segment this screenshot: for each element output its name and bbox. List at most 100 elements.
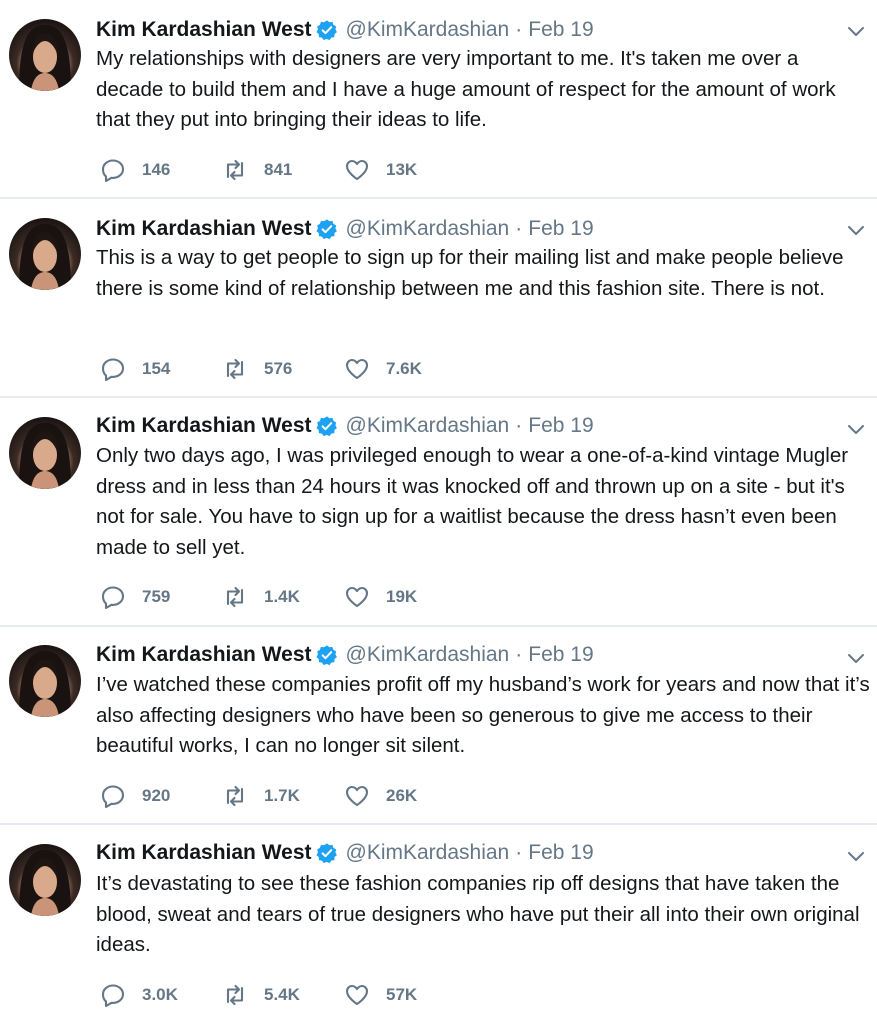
like-count: 26K: [386, 786, 418, 805]
author-handle[interactable]: @KimKardashian: [346, 841, 510, 865]
verified-badge-icon: [315, 842, 338, 864]
retweet-count: 1.4K: [264, 587, 300, 606]
author-handle[interactable]: @KimKardashian: [346, 217, 510, 241]
reply-count: 3.0K: [142, 985, 178, 1004]
author-name[interactable]: Kim Kardashian West: [96, 18, 312, 42]
tweet-actions: 759 1.4K 19K: [100, 583, 466, 611]
like-button[interactable]: 26K: [344, 783, 466, 809]
tweet-date[interactable]: Feb 19: [528, 414, 593, 438]
verified-badge-icon: [315, 415, 338, 437]
tweet[interactable]: Kim Kardashian West @KimKardashian · Feb…: [0, 199, 877, 398]
author-name[interactable]: Kim Kardashian West: [96, 414, 312, 438]
tweet[interactable]: Kim Kardashian West @KimKardashian · Feb…: [0, 627, 877, 825]
retweet-icon: [226, 159, 244, 181]
author-handle[interactable]: @KimKardashian: [346, 643, 510, 667]
reply-button[interactable]: 146: [100, 157, 222, 183]
reply-icon: [101, 785, 125, 809]
reply-count: 154: [142, 359, 171, 378]
retweet-button[interactable]: 1.4K: [222, 584, 344, 610]
heart-icon: [345, 358, 369, 380]
reply-count: 759: [142, 587, 171, 606]
avatar[interactable]: [9, 19, 81, 91]
retweet-button[interactable]: 576: [222, 356, 344, 382]
tweet-date[interactable]: Feb 19: [528, 643, 593, 667]
tweet-text: This is a way to get people to sign up f…: [96, 246, 844, 300]
heart-icon: [345, 159, 369, 181]
retweet-count: 1.7K: [264, 786, 300, 805]
retweet-button[interactable]: 5.4K: [222, 982, 344, 1008]
tweet-text: It’s devastating to see these fashion co…: [96, 872, 860, 957]
chevron-down-icon[interactable]: [845, 845, 867, 867]
heart-icon: [345, 984, 369, 1006]
retweet-button[interactable]: 841: [222, 157, 344, 183]
tweet-actions: 920 1.7K 26K: [100, 782, 466, 810]
tweet[interactable]: Kim Kardashian West @KimKardashian · Feb…: [0, 0, 877, 199]
tweet-actions: 3.0K 5.4K 57K: [100, 981, 466, 1009]
like-count: 7.6K: [386, 359, 422, 378]
verified-badge-icon: [315, 218, 338, 240]
tweet[interactable]: Kim Kardashian West @KimKardashian · Feb…: [0, 825, 877, 1024]
chevron-down-icon[interactable]: [845, 20, 867, 42]
retweet-count: 5.4K: [264, 985, 300, 1004]
reply-count: 146: [142, 160, 171, 179]
tweet-actions: 154 576 7.6K: [100, 355, 466, 383]
avatar[interactable]: [9, 645, 81, 717]
tweet-header: Kim Kardashian West @KimKardashian · Feb…: [96, 641, 594, 669]
retweet-icon: [226, 785, 244, 807]
separator-dot: ·: [515, 217, 523, 240]
chevron-down-icon[interactable]: [845, 418, 867, 440]
retweet-icon: [226, 586, 244, 608]
reply-icon: [101, 984, 125, 1008]
chevron-down-icon[interactable]: [845, 647, 867, 669]
like-button[interactable]: 57K: [344, 982, 466, 1008]
author-name[interactable]: Kim Kardashian West: [96, 841, 312, 865]
reply-icon: [101, 358, 125, 382]
tweet-timeline: Kim Kardashian West @KimKardashian · Feb…: [0, 0, 877, 1024]
like-button[interactable]: 19K: [344, 584, 466, 610]
tweet-header: Kim Kardashian West @KimKardashian · Feb…: [96, 16, 594, 44]
author-name[interactable]: Kim Kardashian West: [96, 643, 312, 667]
tweet-header: Kim Kardashian West @KimKardashian · Feb…: [96, 215, 594, 243]
reply-button[interactable]: 154: [100, 356, 222, 382]
tweet-actions: 146 841 13K: [100, 156, 466, 184]
separator-dot: ·: [515, 841, 523, 864]
tweet-header: Kim Kardashian West @KimKardashian · Feb…: [96, 412, 594, 440]
tweet-text: My relationships with designers are very…: [96, 47, 836, 132]
verified-badge-icon: [315, 644, 338, 666]
retweet-button[interactable]: 1.7K: [222, 783, 344, 809]
retweet-icon: [226, 984, 244, 1006]
author-handle[interactable]: @KimKardashian: [346, 414, 510, 438]
tweet-header: Kim Kardashian West @KimKardashian · Feb…: [96, 839, 594, 867]
tweet-date[interactable]: Feb 19: [528, 18, 593, 42]
tweet[interactable]: Kim Kardashian West @KimKardashian · Feb…: [0, 398, 877, 627]
reply-button[interactable]: 3.0K: [100, 982, 222, 1008]
retweet-count: 841: [264, 160, 293, 179]
author-name[interactable]: Kim Kardashian West: [96, 217, 312, 241]
author-handle[interactable]: @KimKardashian: [346, 18, 510, 42]
separator-dot: ·: [515, 414, 523, 437]
tweet-date[interactable]: Feb 19: [528, 217, 593, 241]
like-button[interactable]: 7.6K: [344, 356, 466, 382]
like-count: 19K: [386, 587, 418, 606]
like-count: 13K: [386, 160, 418, 179]
tweet-text: Only two days ago, I was privileged enou…: [96, 444, 849, 559]
retweet-count: 576: [264, 359, 293, 378]
tweet-text: I’ve watched these companies profit off …: [96, 673, 870, 758]
avatar[interactable]: [9, 844, 81, 916]
reply-button[interactable]: 759: [100, 584, 222, 610]
reply-icon: [101, 159, 125, 183]
tweet-date[interactable]: Feb 19: [528, 841, 593, 865]
chevron-down-icon[interactable]: [845, 219, 867, 241]
reply-count: 920: [142, 786, 171, 805]
separator-dot: ·: [515, 643, 523, 666]
heart-icon: [345, 586, 369, 608]
retweet-icon: [226, 358, 244, 380]
reply-button[interactable]: 920: [100, 783, 222, 809]
separator-dot: ·: [515, 18, 523, 41]
avatar[interactable]: [9, 218, 81, 290]
like-button[interactable]: 13K: [344, 157, 466, 183]
avatar[interactable]: [9, 417, 81, 489]
reply-icon: [101, 586, 125, 610]
heart-icon: [345, 785, 369, 807]
verified-badge-icon: [315, 19, 338, 41]
